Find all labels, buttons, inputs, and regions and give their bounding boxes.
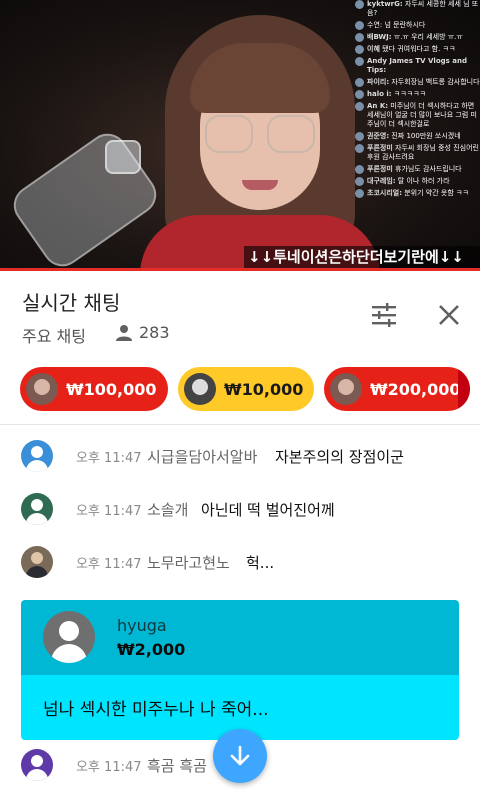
avatar (184, 373, 216, 405)
chat-message[interactable]: 오후 11:47 소솔개 아닌데 떡 벌어진어께 (0, 483, 480, 535)
message-author: 흑곰 흑곰 (147, 756, 207, 775)
chat-message[interactable]: 오후 11:47 노무라고현노 헉... (0, 536, 480, 588)
overlay-chat-line: An K: 미주님이 더 섹시하다고 하면 세세님이 얼굴 더 많이 보나요 그… (355, 102, 480, 129)
message-text: 헉... (246, 553, 275, 572)
video-overlay-chat: kyktwrG: 자두씨 세콩한 세세 님 또 음? 수연: 넘 문란하시다 배… (355, 0, 480, 248)
avatar (21, 493, 53, 525)
super-chat-author: hyuga (117, 616, 167, 635)
super-chat-message: 넘나 섹시한 미주누나 나 죽어... (43, 700, 269, 720)
chat-message[interactable]: 오후 11:47 시급을담아서알바 자본주의의 장점이군 (0, 430, 480, 482)
viewer-count: 283 (115, 323, 170, 342)
overlay-chat-line: halo i: ㅋㅋㅋㅋㅋ (355, 90, 480, 99)
avatar (21, 546, 53, 578)
person-icon (116, 324, 132, 341)
video-player[interactable]: kyktwrG: 자두씨 세콩한 세세 님 또 음? 수연: 넘 문란하시다 배… (0, 0, 480, 270)
avatar (26, 373, 58, 405)
super-chat-header: hyuga ₩2,000 (21, 600, 459, 675)
tune-icon (372, 303, 396, 327)
super-chat-card[interactable]: hyuga ₩2,000 넘나 섹시한 미주누나 나 죽어... (21, 600, 459, 740)
avatar (43, 611, 95, 663)
overlay-chat-line: 권준영: 진짜 100만원 쏘시겠네 (355, 132, 480, 141)
overlay-chat-line: 이혜 됐다 귀여워다고 함. ㅋㅋ (355, 45, 480, 54)
overlay-chat-line: 푸른정미 휴가님도 감사드립니다 (355, 165, 480, 174)
pill-amount: ₩10,000 (224, 379, 304, 399)
arrow-down-icon (230, 745, 250, 766)
message-text: 아닌데 떡 벌어진어께 (201, 500, 335, 519)
overlay-chat-line: 배BWJ: ㅠ.ㅠ 우리 세세방 ㅠ.ㅠ (355, 33, 480, 42)
message-time: 오후 11:47 (76, 759, 142, 775)
overlay-chat-line: Andy James TV Vlogs and Tips: (355, 57, 480, 75)
overlay-chat-line: 대구레임: 탈 이나 하러 가라 (355, 177, 480, 186)
close-icon (439, 305, 459, 325)
viewer-count-value: 283 (139, 323, 170, 342)
super-chat-pill[interactable]: ₩10,000 (178, 367, 314, 411)
pill-amount: ₩200,000 (370, 379, 461, 399)
scroll-to-bottom-button[interactable] (213, 729, 267, 783)
close-button[interactable] (435, 301, 463, 329)
overlay-chat-line: 파이리: 자두회장님 백트롱 감사합니다 (355, 78, 480, 87)
chat-mode-selector[interactable]: 주요 채팅 (22, 323, 86, 347)
super-chat-ticker: ₩100,000 ₩10,000 ₩200,000 (0, 357, 480, 423)
overlay-chat-line: 푸른정미 자두씨 회장님 중성 진심어린 후원 감사드려요 (355, 144, 480, 162)
message-author: 노무라고현노 (147, 553, 230, 572)
message-author: 소솔개 (147, 500, 189, 519)
avatar (21, 440, 53, 472)
page-title: 실시간 채팅 (22, 291, 121, 315)
message-author: 시급을담아서알바 (147, 447, 258, 466)
message-text: 자본주의의 장점이군 (275, 447, 404, 466)
message-time: 오후 11:47 (76, 450, 142, 466)
avatar (21, 749, 53, 781)
super-chat-amount: ₩2,000 (117, 640, 186, 659)
overlay-chat-line: 초코시리얼: 분위기 약간 옷함 ㅋㅋ (355, 189, 480, 198)
message-time: 오후 11:47 (76, 556, 142, 572)
donation-banner: ↓↓투네이션은하단더보기란에↓↓ (244, 246, 480, 268)
super-chat-pill[interactable]: ₩100,000 (20, 367, 168, 411)
chat-settings-button[interactable] (370, 301, 398, 329)
avatar (330, 373, 362, 405)
pill-amount: ₩100,000 (66, 379, 157, 399)
live-chat-header: 실시간 채팅 주요 채팅 283 (0, 271, 480, 357)
overlay-chat-line: 수연: 넘 문란하시다 (355, 21, 480, 30)
super-chat-pill[interactable]: ₩200,000 (324, 367, 470, 411)
message-time: 오후 11:47 (76, 503, 142, 519)
streamer-image (140, 15, 380, 270)
overlay-chat-line: kyktwrG: 자두씨 세콩한 세세 님 또 음? (355, 0, 480, 18)
